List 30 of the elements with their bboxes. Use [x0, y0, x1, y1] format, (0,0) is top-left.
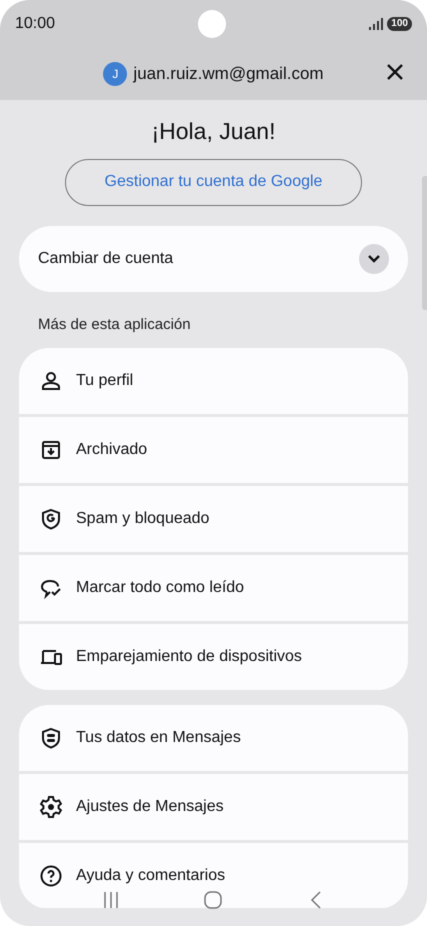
account-email: juan.ruiz.wm@gmail.com	[133, 63, 324, 86]
menu-item[interactable]: Emparejamiento de dispositivos	[19, 624, 408, 690]
archive-icon	[39, 438, 63, 462]
menu-item[interactable]: Tu perfil	[19, 348, 408, 414]
privacy-shield-icon	[39, 726, 63, 750]
switch-account-label: Cambiar de cuenta	[38, 248, 174, 268]
manage-account-button[interactable]: Gestionar tu cuenta de Google	[65, 158, 362, 206]
battery-level: 100	[387, 17, 412, 31]
close-button[interactable]	[385, 62, 405, 82]
menu-item[interactable]: Spam y bloqueado	[19, 486, 408, 552]
camera-hole	[198, 10, 226, 38]
shield-icon	[39, 507, 63, 531]
menu-item[interactable]: Tus datos en Mensajes	[19, 705, 408, 771]
menu-item[interactable]: Ayuda y comentarios	[19, 843, 408, 908]
home-icon	[203, 890, 224, 910]
status-time: 10:00	[15, 14, 56, 34]
section-label: Más de esta aplicación	[38, 314, 192, 334]
close-icon	[385, 62, 405, 82]
menu-item[interactable]: Ajustes de Mensajes	[19, 774, 408, 840]
expand-icon	[367, 254, 381, 264]
greeting: ¡Hola, Juan!	[150, 117, 276, 146]
switch-account-row[interactable]: Cambiar de cuenta	[19, 226, 408, 292]
avatar[interactable]: J	[103, 62, 128, 86]
help-icon	[39, 864, 63, 888]
expand-button[interactable]	[359, 244, 389, 274]
menu-item[interactable]: Archivado	[19, 417, 408, 483]
signal-icon	[369, 18, 384, 30]
gear-icon	[39, 795, 63, 819]
menu-item[interactable]: Marcar todo como leído	[19, 555, 408, 621]
person-icon	[39, 369, 63, 393]
